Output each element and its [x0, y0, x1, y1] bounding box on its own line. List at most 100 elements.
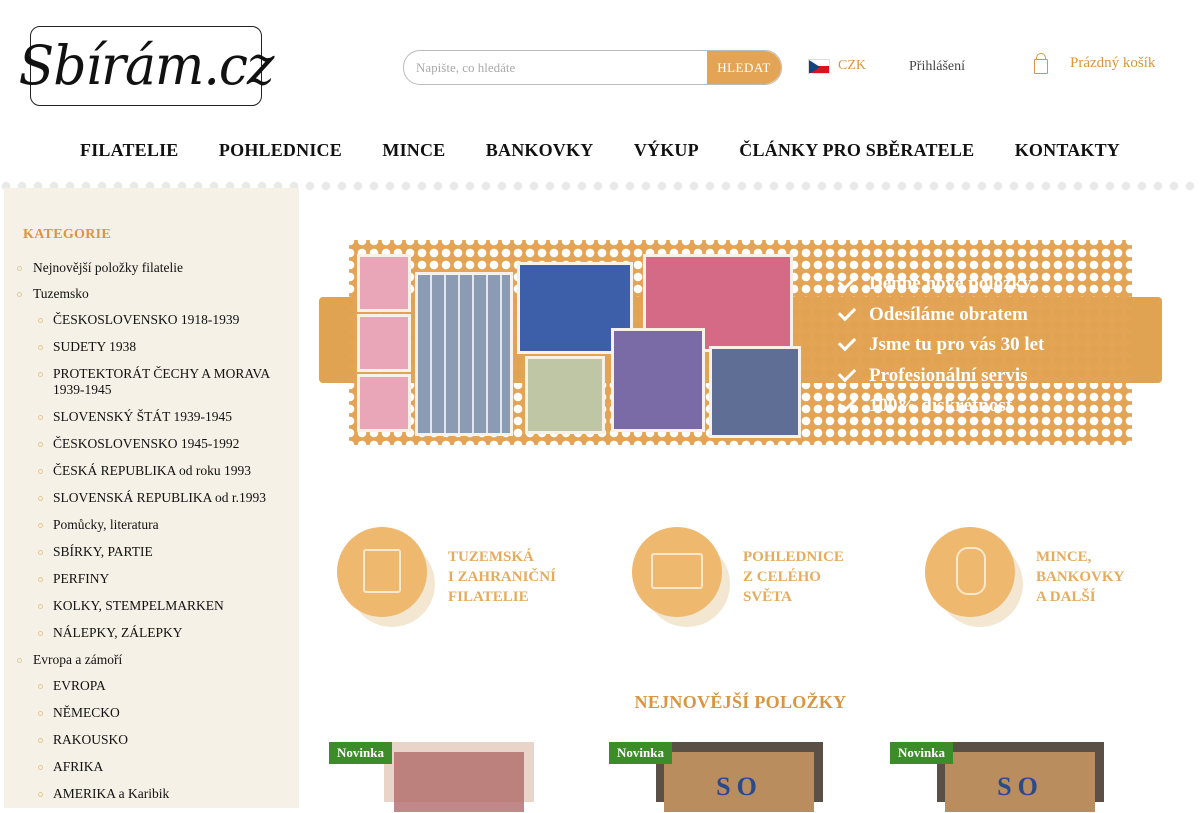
benefit-item: Denně nové položky — [837, 269, 1044, 300]
bullet-icon — [38, 631, 43, 636]
category-label: SBÍRKY, PARTIE — [53, 544, 153, 559]
bullet-icon — [17, 292, 22, 297]
stamp-icon — [363, 549, 401, 593]
bullet-icon — [38, 604, 43, 609]
category-title: KATEGORIE — [23, 227, 112, 242]
nav-vykup[interactable]: VÝKUP — [634, 140, 699, 161]
bullet-icon — [38, 496, 43, 501]
category-label: NĚMECKO — [53, 705, 120, 720]
product-card[interactable]: Novinka SO — [890, 740, 1110, 812]
product-card[interactable]: Novinka SO — [609, 740, 829, 812]
czech-flag-icon — [808, 58, 830, 74]
bullet-icon — [38, 577, 43, 582]
category-label: PERFINY — [53, 571, 110, 586]
sidebar-category-item[interactable]: SUDETY 1938 — [4, 339, 299, 355]
sidebar-category-item[interactable]: SLOVENSKÝ ŠTÁT 1939-1945 — [4, 409, 299, 425]
site-logo[interactable]: Sbírám.cz — [19, 26, 274, 106]
product-image[interactable]: SO — [656, 742, 823, 812]
bullet-icon — [38, 345, 43, 350]
sidebar-category-item[interactable]: Tuzemsko — [4, 286, 299, 302]
check-icon — [837, 333, 857, 352]
currency-selector[interactable]: CZK — [808, 58, 866, 74]
bullet-icon — [38, 765, 43, 770]
category-label: EVROPA — [53, 678, 106, 693]
nav-bankovky[interactable]: BANKOVKY — [486, 140, 594, 161]
nav-kontakty[interactable]: KONTAKTY — [1015, 140, 1120, 161]
category-label: AFRIKA — [53, 759, 104, 774]
sidebar-category-item[interactable]: Pomůcky, literatura — [4, 517, 299, 533]
bullet-icon — [38, 684, 43, 689]
nav-filatelie[interactable]: FILATELIE — [80, 140, 179, 161]
check-icon — [837, 272, 857, 291]
feature-label: TUZEMSKÁ I ZAHRANIČNÍ FILATELIE — [448, 549, 556, 605]
sidebar-category-item[interactable]: RAKOUSKO — [4, 732, 299, 748]
category-label: ČESKOSLOVENSKO 1918-1939 — [53, 312, 240, 327]
sidebar-category-item[interactable]: EVROPA — [4, 678, 299, 694]
bullet-icon — [17, 266, 22, 271]
category-label: Evropa a zámoří — [33, 652, 123, 667]
product-image[interactable] — [384, 742, 534, 812]
sidebar-category-item[interactable]: ČESKOSLOVENSKO 1945-1992 — [4, 436, 299, 452]
category-sidebar: KATEGORIE Nejnovější položky filatelie Tu… — [4, 188, 299, 808]
sidebar-category-item[interactable]: NĚMECKO — [4, 705, 299, 721]
latest-items-title: NEJNOVĚJŠÍ POLOŽKY — [634, 692, 847, 712]
sidebar-category-item[interactable]: SLOVENSKÁ REPUBLIKA od r.1993 — [4, 490, 299, 506]
nav-mince[interactable]: MINCE — [382, 140, 445, 161]
shopping-bag-icon — [1034, 53, 1048, 74]
feature-filatelie[interactable]: TUZEMSKÁ I ZAHRANIČNÍ FILATELIE — [330, 525, 570, 635]
benefit-item: Odesíláme obratem — [837, 300, 1044, 331]
category-label: SLOVENSKÁ REPUBLIKA od r.1993 — [53, 490, 267, 505]
stamp-overprint-text: SO — [716, 772, 763, 801]
cart-link[interactable]: Prázdný košík — [1034, 53, 1156, 74]
search-box: HLEDAT — [403, 50, 782, 85]
sidebar-category-item[interactable]: KOLKY, STEMPELMARKEN — [4, 598, 299, 614]
bullet-icon — [38, 372, 43, 377]
category-label: Pomůcky, literatura — [53, 517, 159, 532]
stamp-overprint-text: SO — [997, 772, 1044, 801]
bullet-icon — [38, 523, 43, 528]
sidebar-category-item[interactable]: Evropa a zámoří — [4, 652, 299, 668]
product-card[interactable]: Novinka — [329, 740, 549, 812]
sidebar-category-item[interactable]: Nejnovější položky filatelie — [4, 260, 299, 276]
bullet-icon — [38, 318, 43, 323]
bullet-icon — [38, 792, 43, 797]
stamps-collage-image — [357, 248, 801, 438]
sidebar-category-item[interactable]: AFRIKA — [4, 759, 299, 775]
sidebar-category-item[interactable]: NÁLEPKY, ZÁLEPKY — [4, 625, 299, 641]
nav-clanky[interactable]: ČLÁNKY PRO SBĚRATELE — [739, 140, 974, 161]
sidebar-category-item[interactable]: PROTEKTORÁT ČECHY A MORAVA 1939-1945 — [4, 366, 299, 398]
category-label: ČESKÁ REPUBLIKA od roku 1993 — [53, 463, 252, 478]
bullet-icon — [38, 711, 43, 716]
benefit-item: Profesionální servis — [837, 361, 1044, 392]
promo-banner[interactable]: Denně nové položky Odesíláme obratem Jsm… — [319, 240, 1162, 445]
product-image[interactable]: SO — [937, 742, 1104, 812]
feature-pohlednice[interactable]: POHLEDNICE Z CELÉHO SVĚTA — [625, 525, 865, 635]
main-nav: FILATELIE POHLEDNICE MINCE BANKOVKY VÝKU… — [60, 140, 1140, 161]
sidebar-category-item[interactable]: ČESKOSLOVENSKO 1918-1939 — [4, 312, 299, 328]
product-grid: Novinka Novinka SO Novinka SO — [329, 740, 1149, 812]
category-label: ČESKOSLOVENSKO 1945-1992 — [53, 436, 240, 451]
feature-mince[interactable]: MINCE, BANKOVKY A DALŠÍ — [918, 525, 1158, 635]
site-header: Sbírám.cz HLEDAT CZK Přihlášení Prázdný … — [0, 0, 1200, 192]
new-badge: Novinka — [890, 742, 953, 764]
nav-pohlednice[interactable]: POHLEDNICE — [219, 140, 342, 161]
check-icon — [837, 302, 857, 322]
feature-links: TUZEMSKÁ I ZAHRANIČNÍ FILATELIE POHLEDNICE… — [330, 525, 1150, 635]
sidebar-category-item[interactable]: PERFINY — [4, 571, 299, 587]
currency-label: CZK — [838, 58, 866, 73]
login-link[interactable]: Přihlášení — [909, 59, 965, 75]
search-button[interactable]: HLEDAT — [707, 51, 781, 84]
bullet-icon — [38, 415, 43, 420]
sidebar-category-item[interactable]: SBÍRKY, PARTIE — [4, 544, 299, 560]
sidebar-category-item[interactable]: ČESKÁ REPUBLIKA od roku 1993 — [4, 463, 299, 479]
search-input[interactable] — [404, 52, 694, 83]
category-label: Tuzemsko — [33, 286, 89, 301]
category-list: Nejnovější položky filatelie Tuzemsko ČESK… — [4, 260, 299, 813]
benefit-item: Jsme tu pro vás 30 let — [837, 330, 1044, 361]
logo-text: Sbírám.cz — [18, 34, 275, 98]
bullet-icon — [38, 442, 43, 447]
postcard-icon — [651, 553, 703, 589]
category-label: NÁLEPKY, ZÁLEPKY — [53, 625, 183, 640]
cart-label: Prázdný košík — [1070, 54, 1156, 71]
bullet-icon — [38, 550, 43, 555]
